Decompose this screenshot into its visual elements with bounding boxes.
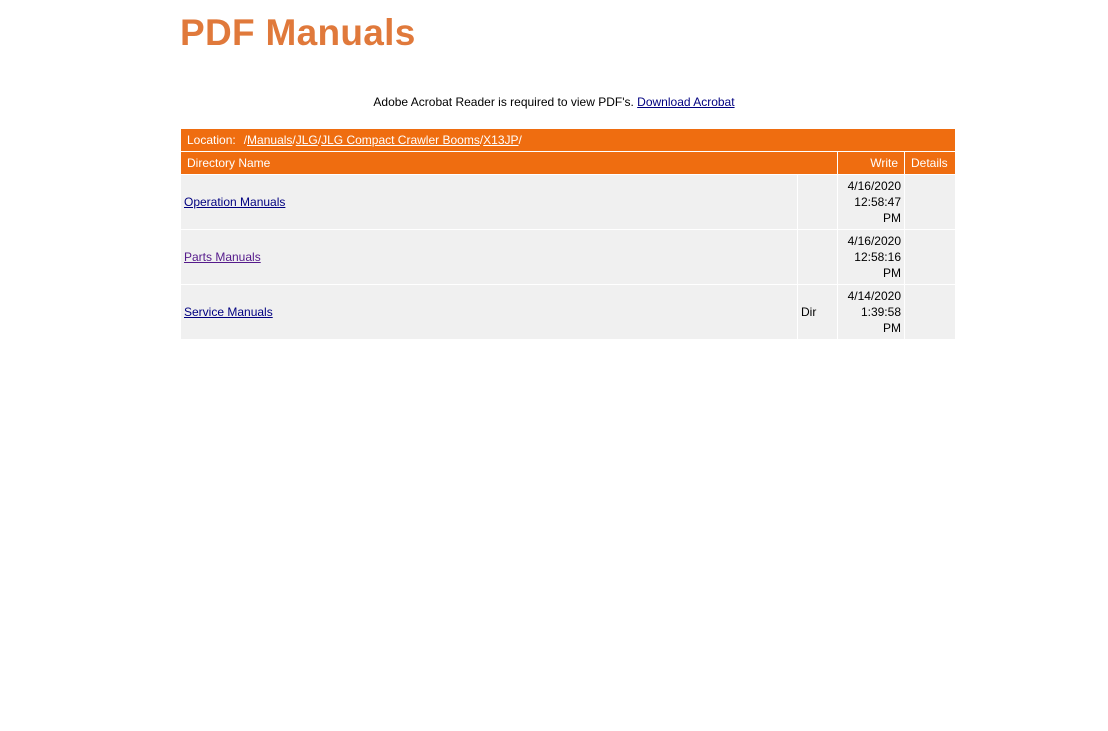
breadcrumb-jlg-compact-crawler-booms-link[interactable]: JLG Compact Crawler Booms xyxy=(321,133,480,147)
parts-manuals-link[interactable]: Parts Manuals xyxy=(184,250,261,264)
write-date-cell: 4/14/2020 1:39:58 PM xyxy=(837,284,904,339)
table-row: Service Manuals Dir 4/14/2020 1:39:58 PM xyxy=(181,284,955,339)
location-label: Location: xyxy=(187,133,236,147)
details-cell xyxy=(904,174,955,229)
directory-table: Directory Name Write Details Operation M… xyxy=(181,151,955,339)
directory-listing: Location: / Manuals / JLG / JLG Compact … xyxy=(181,129,955,339)
table-header-row: Directory Name Write Details xyxy=(181,151,955,174)
column-header-write: Write xyxy=(837,151,904,174)
table-row: Operation Manuals 4/16/2020 12:58:47 PM xyxy=(181,174,955,229)
breadcrumb-separator: / xyxy=(518,133,522,147)
details-cell xyxy=(904,284,955,339)
details-cell xyxy=(904,229,955,284)
table-row: Parts Manuals 4/16/2020 12:58:16 PM xyxy=(181,229,955,284)
service-manuals-link[interactable]: Service Manuals xyxy=(184,305,273,319)
acrobat-notice: Adobe Acrobat Reader is required to view… xyxy=(0,95,1108,109)
write-date-cell: 4/16/2020 12:58:16 PM xyxy=(837,229,904,284)
type-cell xyxy=(797,174,837,229)
type-cell xyxy=(797,229,837,284)
acrobat-notice-text: Adobe Acrobat Reader is required to view… xyxy=(373,95,634,109)
column-header-type xyxy=(797,151,837,174)
breadcrumb: Location: / Manuals / JLG / JLG Compact … xyxy=(181,129,955,151)
breadcrumb-jlg-link[interactable]: JLG xyxy=(296,133,318,147)
breadcrumb-manuals-link[interactable]: Manuals xyxy=(247,133,292,147)
column-header-details: Details xyxy=(904,151,955,174)
directory-name-cell: Parts Manuals xyxy=(181,229,797,284)
column-header-directory-name: Directory Name xyxy=(181,151,797,174)
directory-name-cell: Operation Manuals xyxy=(181,174,797,229)
type-cell: Dir xyxy=(797,284,837,339)
download-acrobat-link[interactable]: Download Acrobat xyxy=(637,95,734,109)
write-date-cell: 4/16/2020 12:58:47 PM xyxy=(837,174,904,229)
operation-manuals-link[interactable]: Operation Manuals xyxy=(184,195,285,209)
breadcrumb-x13jp-link[interactable]: X13JP xyxy=(483,133,518,147)
directory-name-cell: Service Manuals xyxy=(181,284,797,339)
page-title: PDF Manuals xyxy=(180,12,416,53)
